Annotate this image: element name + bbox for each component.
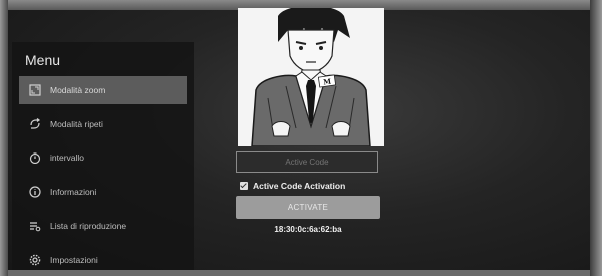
menu-title: Menu xyxy=(25,52,61,68)
badge-letter: M xyxy=(323,76,332,86)
playlist-icon xyxy=(28,219,42,233)
menu-item-information[interactable]: Informazioni xyxy=(19,178,187,206)
menu-item-label: Impostazioni xyxy=(50,255,98,265)
menu-item-settings[interactable]: Impostazioni xyxy=(19,246,187,274)
menu-item-zoom-mode[interactable]: Modalità zoom xyxy=(19,76,187,104)
menu-item-label: Lista di riproduzione xyxy=(50,221,127,231)
menu-item-label: Informazioni xyxy=(50,187,97,197)
side-menu: Menu Modalità zoom Modalità ripeti inter… xyxy=(12,42,194,270)
menu-item-repeat-mode[interactable]: Modalità ripeti xyxy=(19,110,187,138)
timer-icon xyxy=(28,151,42,165)
repeat-icon xyxy=(28,117,42,131)
menu-item-label: intervallo xyxy=(50,153,85,163)
active-code-activation-option[interactable]: Active Code Activation xyxy=(240,180,345,192)
info-icon xyxy=(28,185,42,199)
screen-bezel-right xyxy=(590,0,602,276)
active-code-input[interactable] xyxy=(236,151,378,173)
menu-item-label: Modalità ripeti xyxy=(50,119,103,129)
checkbox-label: Active Code Activation xyxy=(253,181,346,191)
menu-item-label: Modalità zoom xyxy=(50,85,106,95)
menu-item-interval[interactable]: intervallo xyxy=(19,144,187,172)
screen-bezel-left xyxy=(0,0,8,276)
mac-address: 18:30:0c:6a:62:ba xyxy=(274,225,342,234)
zoom-icon xyxy=(28,83,42,97)
settings-icon xyxy=(28,253,42,267)
character-illustration: M xyxy=(238,8,384,146)
active-code-checkbox[interactable] xyxy=(240,182,248,190)
menu-item-playlist[interactable]: Lista di riproduzione xyxy=(19,212,187,240)
activate-button[interactable]: ACTIVATE xyxy=(236,196,380,219)
